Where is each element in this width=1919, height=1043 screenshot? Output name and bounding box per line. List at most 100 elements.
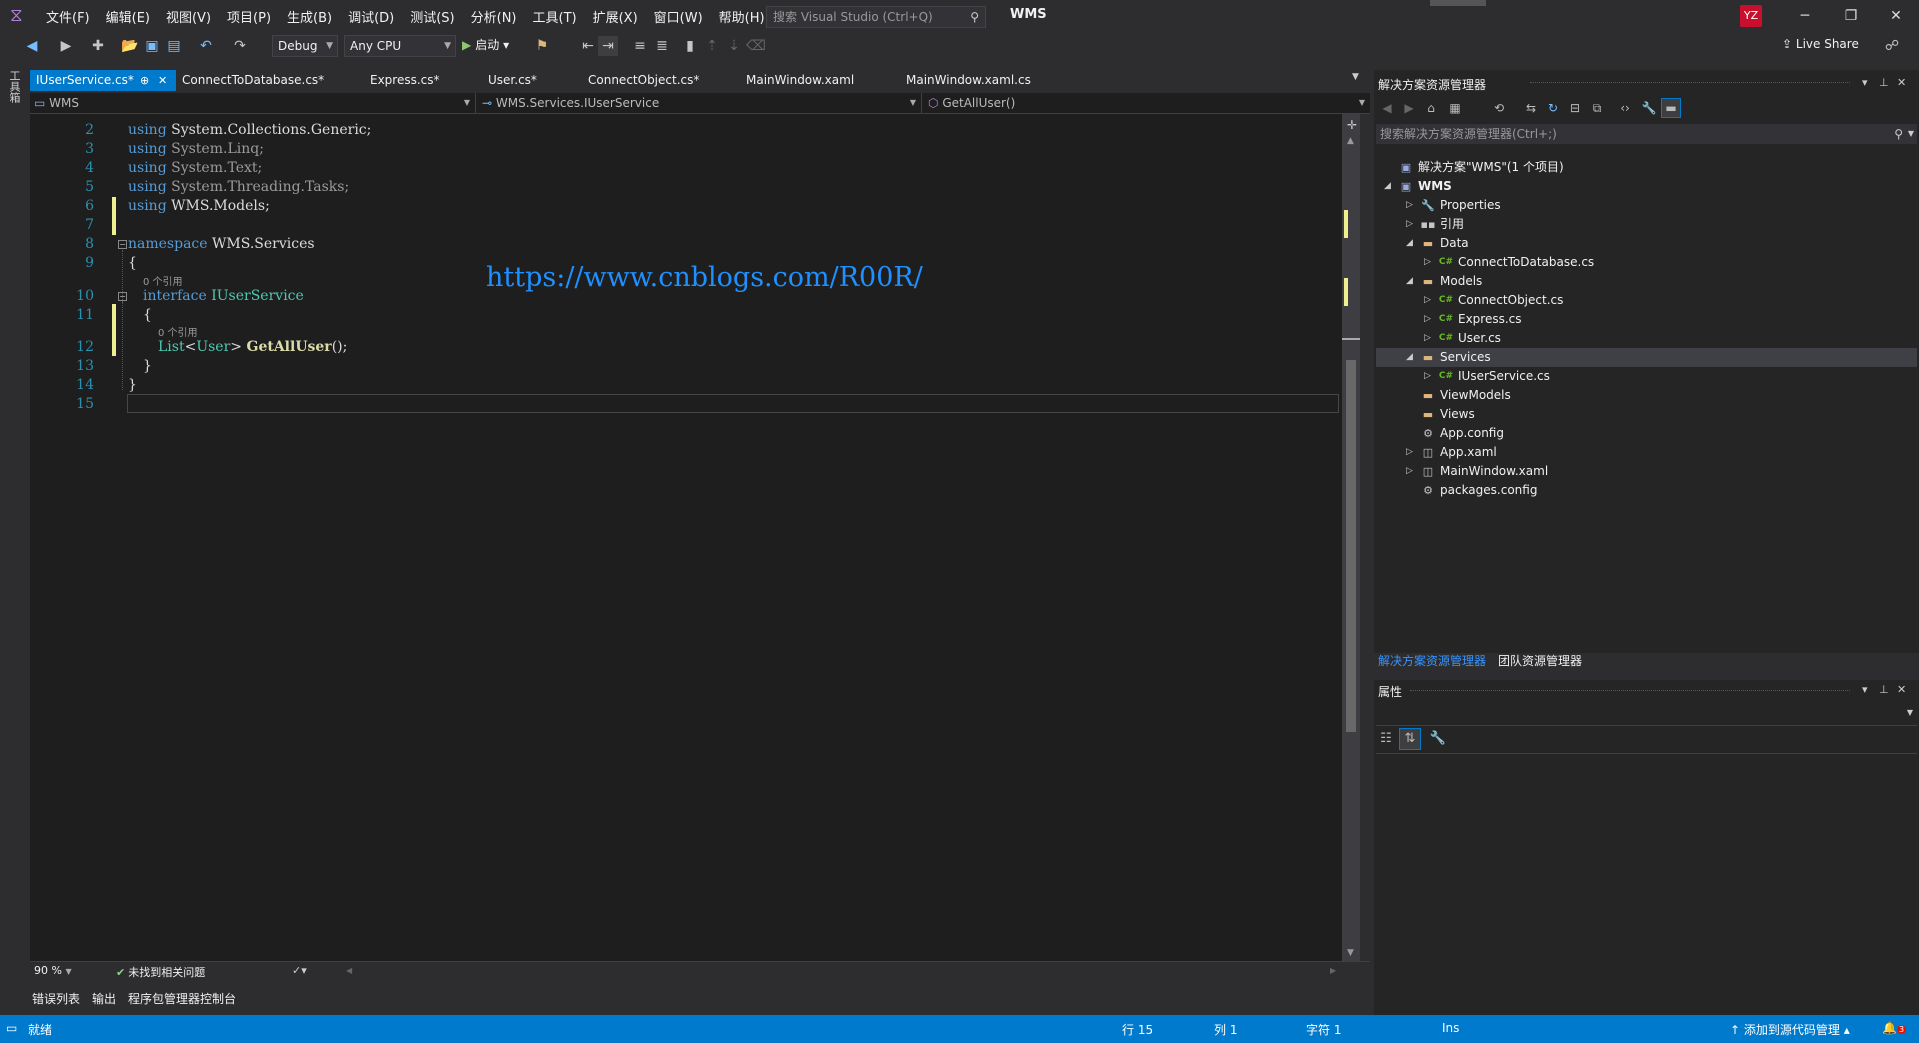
tree-item[interactable]: ▬ ViewModels [1376, 386, 1917, 405]
tree-item[interactable]: ▷ C# ConnectToDatabase.cs [1376, 253, 1917, 272]
tree-item[interactable]: ◢ ▬ Services [1376, 348, 1917, 367]
expanded-arrow-icon[interactable]: ◢ [1406, 348, 1418, 367]
preview-feedback-indicator[interactable] [1430, 0, 1486, 6]
tree-item[interactable]: ◢ ▬ Models [1376, 272, 1917, 291]
back-icon[interactable]: ◀ [1378, 99, 1396, 117]
tree-item[interactable]: ▷ ◫ MainWindow.xaml [1376, 462, 1917, 481]
show-threads-icon[interactable]: ⇥ [598, 36, 618, 56]
tree-item[interactable]: ⚙ App.config [1376, 424, 1917, 443]
menu-item[interactable]: 工具(T) [525, 7, 585, 26]
restore-icon[interactable]: ❐ [1831, 4, 1871, 28]
comment-lines-icon[interactable]: ≡ [630, 36, 650, 56]
notifications-button[interactable]: 🔔 3 [1882, 1021, 1907, 1035]
solution-platform-select[interactable]: Any CPU ▼ [344, 35, 456, 57]
expanded-arrow-icon[interactable]: ◢ [1406, 272, 1418, 291]
menu-item[interactable]: 帮助(H) [711, 7, 773, 26]
type-dropdown[interactable]: ⊸ WMS.Services.IUserService ▼ [476, 93, 922, 113]
tab-express[interactable]: Express.cs* [364, 70, 454, 91]
tree-item[interactable]: ▷ C# User.cs [1376, 329, 1917, 348]
menu-item[interactable]: 视图(V) [158, 7, 219, 26]
tree-item[interactable]: ▷ 🔧 Properties [1376, 196, 1917, 215]
sync-with-active-document-icon[interactable]: ⇆ [1522, 99, 1540, 117]
issues-indicator[interactable]: ✔ 未找到相关问题 [116, 964, 205, 980]
refresh-icon[interactable]: ↻ [1544, 99, 1562, 117]
pending-changes-filter-icon[interactable]: ⟲ [1490, 99, 1508, 117]
tab-connecttodatabase[interactable]: ConnectToDatabase.cs* [176, 70, 326, 91]
tree-item[interactable]: ◢ ▬ Data [1376, 234, 1917, 253]
feedback-icon[interactable]: ☍ [1882, 36, 1902, 56]
tab-overflow-dropdown-icon[interactable]: ▼ [1352, 72, 1359, 82]
preview-selected-items-icon[interactable]: ▬ [1661, 98, 1681, 118]
menu-item[interactable]: 调试(D) [340, 7, 402, 26]
previous-bookmark-icon[interactable]: ⇡ [702, 36, 722, 56]
step-over-icon[interactable]: ⇤ [578, 36, 598, 56]
auto-hide-pin-icon[interactable]: ⊥ [1879, 683, 1889, 696]
tab-connectobject[interactable]: ConnectObject.cs* [582, 70, 712, 91]
expanded-arrow-icon[interactable]: ◢ [1406, 234, 1418, 253]
tab-team-explorer[interactable]: 团队资源管理器 [1498, 652, 1582, 669]
property-pages-wrench-icon[interactable]: 🔧 [1428, 729, 1448, 749]
add-to-source-control-button[interactable]: ↑ 添加到源代码管理 ▴ [1730, 1021, 1850, 1038]
solution-configuration-select[interactable]: Debug ▼ [272, 35, 338, 57]
open-file-icon[interactable]: 📂 [120, 36, 140, 56]
quick-launch-search[interactable]: 搜索 Visual Studio (Ctrl+Q) ⚲ [766, 6, 986, 28]
tree-item[interactable]: ◢ ▣ WMS [1376, 177, 1917, 196]
menu-item[interactable]: 编辑(E) [98, 7, 158, 26]
member-dropdown[interactable]: ⬡ GetAllUser() ▼ [922, 93, 1370, 113]
bookmark-icon[interactable]: ▮ [680, 36, 700, 56]
menu-item[interactable]: 窗口(W) [646, 7, 711, 26]
tab-package-manager-console[interactable]: 程序包管理器控制台 [128, 990, 236, 1007]
alphabetical-icon[interactable]: ⇅ [1399, 728, 1421, 750]
forward-icon[interactable]: ▶ [1400, 99, 1418, 117]
next-bookmark-icon[interactable]: ⇣ [724, 36, 744, 56]
undo-icon[interactable]: ↶ [196, 36, 216, 56]
collapsed-arrow-icon[interactable]: ▷ [1424, 310, 1436, 329]
navigate-forward-icon[interactable]: ▶ [56, 36, 76, 56]
code-cleanup-icon[interactable]: ✓▾ [292, 964, 307, 977]
tree-item[interactable]: ⚙ packages.config [1376, 481, 1917, 500]
tab-mainwindow-xaml-cs[interactable]: MainWindow.xaml.cs [900, 70, 1040, 91]
tab-error-list[interactable]: 错误列表 [32, 990, 80, 1007]
codelens-references[interactable]: 0 个引用 [158, 324, 198, 339]
scroll-right-icon[interactable]: ▶ [1330, 966, 1336, 975]
visual-studio-logo-icon[interactable]: ⧖ [10, 6, 32, 26]
start-debugging-button[interactable]: ▶ 启动 ▾ [462, 36, 509, 53]
close-panel-icon[interactable]: ✕ [1897, 76, 1906, 89]
collapse-region-icon[interactable]: − [118, 240, 127, 249]
collapsed-arrow-icon[interactable]: ▷ [1406, 196, 1418, 215]
collapsed-arrow-icon[interactable]: ▷ [1424, 329, 1436, 348]
tab-user[interactable]: User.cs* [482, 70, 562, 91]
collapsed-arrow-icon[interactable]: ▷ [1424, 253, 1436, 272]
collapse-all-icon[interactable]: ⊟ [1566, 99, 1584, 117]
output-window-icon[interactable]: ▭ [6, 1021, 17, 1035]
tab-solution-explorer[interactable]: 解决方案资源管理器 [1378, 652, 1486, 669]
toolbox-tab[interactable]: 工具箱 [8, 70, 22, 103]
tree-item[interactable]: ▷ ◫ App.xaml [1376, 443, 1917, 462]
tree-item[interactable]: ▷ C# Express.cs [1376, 310, 1917, 329]
object-selector[interactable]: ▼ [1376, 704, 1917, 726]
live-share-button[interactable]: ⇪ Live Share [1782, 37, 1859, 51]
tree-item[interactable]: ▷ ▪▪ 引用 [1376, 215, 1917, 234]
redo-icon[interactable]: ↷ [230, 36, 250, 56]
zoom-level-select[interactable]: 90 % ▼ [34, 964, 72, 977]
show-all-files-icon[interactable]: ⧉ [1588, 99, 1606, 117]
close-window-icon[interactable]: ✕ [1876, 4, 1916, 28]
auto-hide-pin-icon[interactable]: ⊥ [1879, 76, 1889, 89]
scrollbar-thumb[interactable] [1346, 360, 1356, 732]
window-position-dropdown-icon[interactable]: ▾ [1862, 76, 1868, 89]
tab-output[interactable]: 输出 [92, 990, 116, 1007]
save-all-icon[interactable]: ▤ [164, 36, 184, 56]
collapsed-arrow-icon[interactable]: ▷ [1406, 215, 1418, 234]
tree-item[interactable]: ▬ Views [1376, 405, 1917, 424]
split-editor-icon[interactable]: ✛ [1347, 118, 1357, 132]
scroll-down-icon[interactable]: ▼ [1347, 948, 1354, 958]
tree-item[interactable]: ▷ C# ConnectObject.cs [1376, 291, 1917, 310]
menu-item[interactable]: 项目(P) [219, 7, 279, 26]
navigate-back-icon[interactable]: ◀ [22, 36, 42, 56]
new-project-icon[interactable]: ✚ [88, 36, 108, 56]
tree-item[interactable]: ▣ 解决方案"WMS"(1 个项目) [1376, 158, 1917, 177]
collapsed-arrow-icon[interactable]: ▷ [1424, 367, 1436, 386]
solution-search-input[interactable]: 搜索解决方案资源管理器(Ctrl+;) ⚲ ▼ [1376, 124, 1917, 144]
collapsed-arrow-icon[interactable]: ▷ [1424, 291, 1436, 310]
browser-link-icon[interactable]: ⚑ [532, 36, 552, 56]
